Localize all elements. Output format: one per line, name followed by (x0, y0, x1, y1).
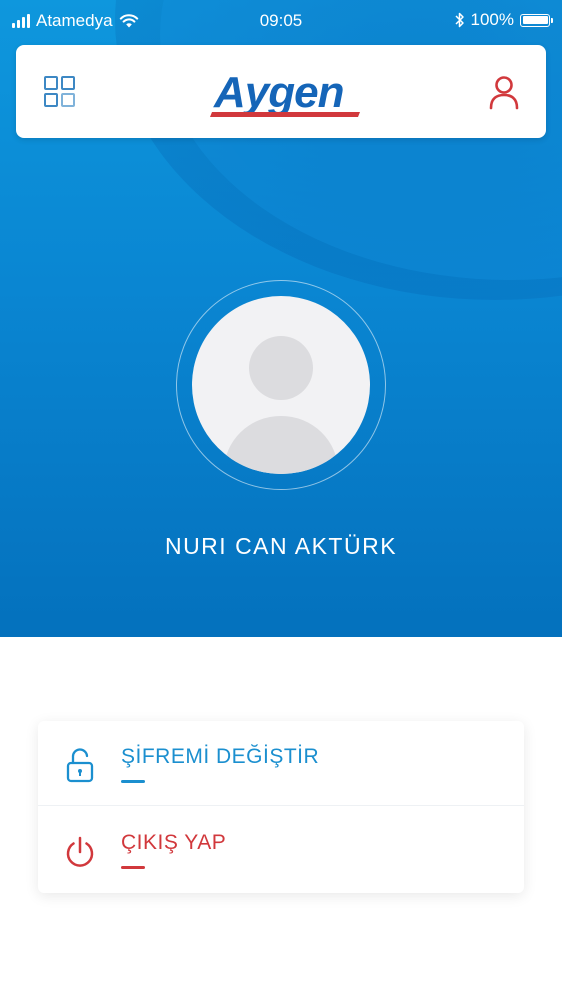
status-bar: Atamedya 09:05 100% (0, 0, 562, 44)
change-password-item[interactable]: ŞİFREMİ DEĞİŞTİR (38, 721, 524, 806)
grid-icon[interactable] (44, 76, 76, 108)
logout-underline (121, 866, 145, 869)
avatar (192, 296, 370, 474)
battery-icon (520, 13, 553, 27)
battery-percent: 100% (470, 10, 514, 29)
avatar-head (249, 336, 313, 400)
bluetooth-icon (454, 12, 464, 28)
unlock-icon (66, 748, 94, 783)
user-name: NURI CAN AKTÜRK (164, 533, 398, 559)
account-menu: ŞİFREMİ DEĞİŞTİR ÇIKIŞ YAP (38, 721, 524, 893)
avatar-body (224, 416, 338, 474)
logout-label: ÇIKIŞ YAP (121, 831, 227, 854)
app-header: Aygen (16, 45, 546, 138)
user-icon[interactable] (488, 75, 520, 111)
logout-item[interactable]: ÇIKIŞ YAP (38, 807, 524, 891)
svg-text:Aygen: Aygen (213, 68, 344, 117)
change-password-underline (121, 780, 145, 783)
change-password-label: ŞİFREMİ DEĞİŞTİR (121, 745, 320, 768)
aygen-logo: Aygen (210, 68, 360, 117)
power-icon (66, 836, 94, 867)
